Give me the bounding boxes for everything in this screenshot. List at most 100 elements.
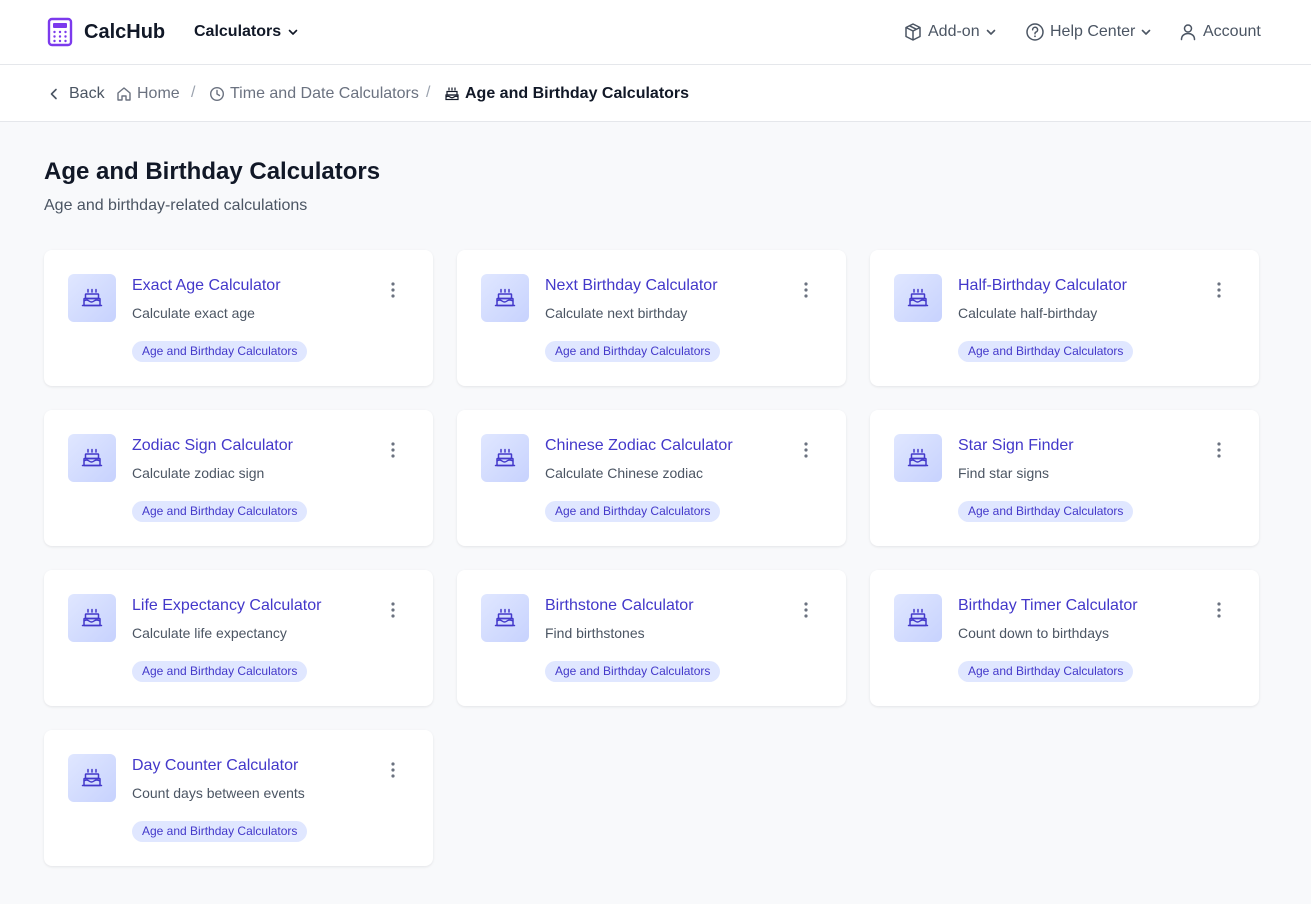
card-icon-box xyxy=(68,754,116,802)
more-vertical-icon xyxy=(804,282,808,298)
help-center-label: Help Center xyxy=(1050,23,1136,40)
card-title[interactable]: Birthday Timer Calculator xyxy=(958,597,1138,615)
breadcrumb-current: Age and Birthday Calculators xyxy=(444,84,689,104)
category-tag[interactable]: Age and Birthday Calculators xyxy=(132,501,308,522)
home-icon xyxy=(117,87,131,101)
card-icon-box xyxy=(481,274,529,322)
card-icon-box xyxy=(68,274,116,322)
chevron-down-icon xyxy=(288,29,298,35)
account-label: Account xyxy=(1203,23,1261,40)
back-link[interactable]: Back xyxy=(47,84,105,104)
breadcrumb-separator: / xyxy=(426,84,431,101)
help-center-menu[interactable]: Help Center xyxy=(1025,21,1152,43)
birthday-cake-icon xyxy=(445,87,459,101)
page-subtitle: Age and birthday-related calculations xyxy=(44,197,308,214)
card-menu-button[interactable] xyxy=(800,600,812,620)
card-menu-button[interactable] xyxy=(800,440,812,460)
category-tag[interactable]: Age and Birthday Calculators xyxy=(132,661,308,682)
calculator-card[interactable]: Chinese Zodiac Calculator Calculate Chine… xyxy=(457,410,846,546)
card-title[interactable]: Exact Age Calculator xyxy=(132,277,281,295)
birthday-cake-icon xyxy=(494,608,516,627)
calculators-menu-label: Calculators xyxy=(194,23,282,40)
category-tag[interactable]: Age and Birthday Calculators xyxy=(545,341,721,362)
calculator-card[interactable]: Zodiac Sign Calculator Calculate zodiac s… xyxy=(44,410,433,546)
card-icon-box xyxy=(481,594,529,642)
breadcrumb-home-label: Home xyxy=(137,85,180,102)
category-tag[interactable]: Age and Birthday Calculators xyxy=(132,341,308,362)
account-link[interactable]: Account xyxy=(1178,21,1261,43)
card-description: Calculate next birthday xyxy=(545,305,688,321)
category-tag[interactable]: Age and Birthday Calculators xyxy=(958,501,1134,522)
category-tag[interactable]: Age and Birthday Calculators xyxy=(958,341,1134,362)
breadcrumb-current-label: Age and Birthday Calculators xyxy=(465,85,690,102)
card-description: Calculate exact age xyxy=(132,305,255,321)
package-icon xyxy=(905,23,921,41)
more-vertical-icon xyxy=(391,442,395,458)
category-tag[interactable]: Age and Birthday Calculators xyxy=(958,661,1134,682)
card-title[interactable]: Life Expectancy Calculator xyxy=(132,597,321,615)
card-icon-box xyxy=(894,594,942,642)
birthday-cake-icon xyxy=(81,768,103,787)
clock-icon xyxy=(209,86,225,102)
card-description: Calculate life expectancy xyxy=(132,625,287,641)
addon-menu[interactable]: Add-on xyxy=(903,21,997,43)
calculator-card[interactable]: Day Counter Calculator Count days between… xyxy=(44,730,433,866)
calculators-menu[interactable]: Calculators xyxy=(194,22,299,42)
logo[interactable]: CalcHub xyxy=(47,17,165,47)
card-menu-button[interactable] xyxy=(387,280,399,300)
breadcrumb-home[interactable]: Home xyxy=(116,84,180,104)
card-description: Calculate zodiac sign xyxy=(132,465,265,481)
card-menu-button[interactable] xyxy=(1213,600,1225,620)
breadcrumb: Back Home / Time and Date Calculators / … xyxy=(0,65,1311,122)
card-title[interactable]: Birthstone Calculator xyxy=(545,597,694,615)
birthday-cake-icon xyxy=(494,448,516,467)
card-menu-button[interactable] xyxy=(1213,280,1225,300)
card-menu-button[interactable] xyxy=(1213,440,1225,460)
user-icon xyxy=(1180,24,1196,41)
calculator-card[interactable]: Birthday Timer Calculator Count down to b… xyxy=(870,570,1259,706)
calculator-card[interactable]: Half-Birthday Calculator Calculate half-b… xyxy=(870,250,1259,386)
card-icon-box xyxy=(481,434,529,482)
chevron-down-icon xyxy=(986,29,995,35)
card-menu-button[interactable] xyxy=(387,440,399,460)
more-vertical-icon xyxy=(804,442,808,458)
chevron-left-icon xyxy=(50,88,57,100)
card-description: Count down to birthdays xyxy=(958,625,1109,641)
card-title[interactable]: Day Counter Calculator xyxy=(132,757,298,775)
card-menu-button[interactable] xyxy=(387,760,399,780)
top-navbar: CalcHub Calculators Add-on Help Center A… xyxy=(0,0,1311,65)
app-name: CalcHub xyxy=(84,20,166,43)
more-vertical-icon xyxy=(391,282,395,298)
card-icon-box xyxy=(68,594,116,642)
more-vertical-icon xyxy=(1217,442,1221,458)
calculator-card[interactable]: Star Sign Finder Find star signs Age and B… xyxy=(870,410,1259,546)
breadcrumb-separator: / xyxy=(191,84,196,101)
card-title[interactable]: Next Birthday Calculator xyxy=(545,277,718,295)
more-vertical-icon xyxy=(1217,602,1221,618)
card-icon-box xyxy=(68,434,116,482)
category-tag[interactable]: Age and Birthday Calculators xyxy=(132,821,308,842)
card-description: Calculate half-birthday xyxy=(958,305,1098,321)
more-vertical-icon xyxy=(391,602,395,618)
card-title[interactable]: Chinese Zodiac Calculator xyxy=(545,437,733,455)
page-title: Age and Birthday Calculators xyxy=(44,158,381,185)
chevron-down-icon xyxy=(1142,29,1151,35)
birthday-cake-icon xyxy=(81,448,103,467)
card-menu-button[interactable] xyxy=(387,600,399,620)
calculator-card[interactable]: Exact Age Calculator Calculate exact age A… xyxy=(44,250,433,386)
calculator-card[interactable]: Birthstone Calculator Find birthstones Age… xyxy=(457,570,846,706)
calculator-card[interactable]: Life Expectancy Calculator Calculate life… xyxy=(44,570,433,706)
card-title[interactable]: Half-Birthday Calculator xyxy=(958,277,1127,295)
birthday-cake-icon xyxy=(81,288,103,307)
card-description: Find star signs xyxy=(958,465,1050,481)
category-tag[interactable]: Age and Birthday Calculators xyxy=(545,501,721,522)
card-description: Count days between events xyxy=(132,785,305,801)
help-circle-icon xyxy=(1026,23,1044,41)
card-menu-button[interactable] xyxy=(800,280,812,300)
category-tag[interactable]: Age and Birthday Calculators xyxy=(545,661,721,682)
breadcrumb-time-and-date[interactable]: Time and Date Calculators xyxy=(209,84,419,104)
card-title[interactable]: Star Sign Finder xyxy=(958,437,1074,455)
card-title[interactable]: Zodiac Sign Calculator xyxy=(132,437,293,455)
more-vertical-icon xyxy=(391,762,395,778)
calculator-card[interactable]: Next Birthday Calculator Calculate next b… xyxy=(457,250,846,386)
